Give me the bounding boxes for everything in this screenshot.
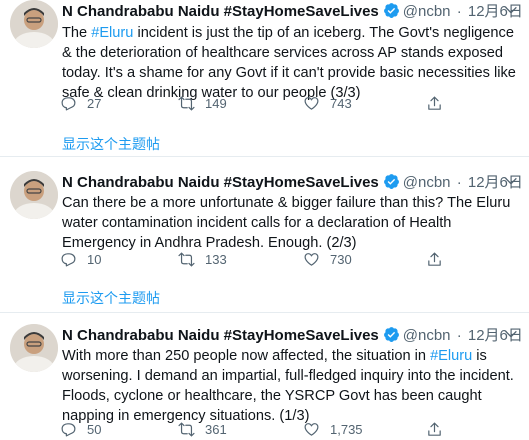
share-button[interactable]	[426, 251, 443, 268]
share-button[interactable]	[426, 95, 443, 112]
reply-icon	[61, 253, 76, 267]
like-icon	[304, 423, 319, 436]
like-count: 1,735	[330, 422, 363, 437]
avatar[interactable]	[10, 171, 58, 219]
like-button[interactable]: 1,735	[303, 421, 363, 438]
retweet-count: 361	[205, 422, 227, 437]
like-button[interactable]: 743	[303, 95, 352, 112]
retweet-count: 149	[205, 96, 227, 111]
separator-dot: ·	[456, 174, 462, 191]
author-handle[interactable]: @ncbn	[403, 174, 451, 191]
reply-count: 50	[87, 422, 102, 437]
tweet-text-part: Can there be a more unfortunate & bigger…	[62, 195, 511, 251]
tweet-text: With more than 250 people now affected, …	[62, 346, 518, 426]
like-button[interactable]: 730	[303, 251, 352, 268]
tweet[interactable]: N Chandrababu Naidu #StayHomeSaveLives @n…	[0, 324, 529, 440]
author-name[interactable]: N Chandrababu Naidu #StayHomeSaveLives	[62, 327, 379, 344]
tweet-header: N Chandrababu Naidu #StayHomeSaveLives @n…	[62, 2, 523, 25]
verified-badge-icon	[383, 2, 400, 25]
tweet-text-part: The	[62, 25, 92, 41]
like-icon	[304, 97, 319, 110]
tweet[interactable]: N Chandrababu Naidu #StayHomeSaveLives @n…	[0, 171, 529, 308]
tweet-actions: 10 133 730	[60, 251, 529, 271]
author-name[interactable]: N Chandrababu Naidu #StayHomeSaveLives	[62, 174, 379, 191]
retweet-button[interactable]: 133	[178, 251, 227, 268]
show-thread-link[interactable]: 显示这个主题帖	[62, 288, 160, 308]
reply-icon	[61, 423, 76, 437]
share-button[interactable]	[426, 421, 443, 438]
reply-count: 10	[87, 252, 102, 267]
like-count: 730	[330, 252, 352, 267]
reply-button[interactable]: 10	[60, 251, 101, 268]
retweet-count: 133	[205, 252, 227, 267]
reply-button[interactable]: 50	[60, 421, 101, 438]
hashtag-link[interactable]: #Eluru	[91, 25, 133, 41]
avatar[interactable]	[10, 324, 58, 372]
share-icon	[428, 422, 441, 436]
retweet-icon	[178, 252, 195, 267]
share-icon	[428, 252, 441, 266]
author-name[interactable]: N Chandrababu Naidu #StayHomeSaveLives	[62, 3, 379, 20]
hashtag-link[interactable]: #Eluru	[430, 348, 472, 364]
author-handle[interactable]: @ncbn	[403, 3, 451, 20]
separator-dot: ·	[456, 327, 462, 344]
tweet-text: Can there be a more unfortunate & bigger…	[62, 193, 518, 253]
chevron-down-icon[interactable]	[503, 173, 519, 189]
share-icon	[428, 96, 441, 110]
tweet-text-part: With more than 250 people now affected, …	[62, 348, 431, 364]
divider	[0, 156, 529, 157]
reply-icon	[61, 97, 76, 111]
tweet-actions: 50 361 1,735	[60, 421, 529, 440]
chevron-down-icon[interactable]	[503, 2, 519, 18]
separator-dot: ·	[456, 3, 462, 20]
like-icon	[304, 253, 319, 266]
retweet-button[interactable]: 149	[178, 95, 227, 112]
like-count: 743	[330, 96, 352, 111]
tweet-actions: 27 149 743	[60, 95, 529, 115]
reply-count: 27	[87, 96, 102, 111]
chevron-down-icon[interactable]	[503, 326, 519, 342]
author-handle[interactable]: @ncbn	[403, 327, 451, 344]
retweet-button[interactable]: 361	[178, 421, 227, 438]
divider	[0, 312, 529, 313]
tweet-text: The #Eluru incident is just the tip of a…	[62, 23, 518, 103]
show-thread-link[interactable]: 显示这个主题帖	[62, 134, 160, 154]
tweet[interactable]: N Chandrababu Naidu #StayHomeSaveLives @n…	[0, 0, 529, 152]
retweet-icon	[178, 96, 195, 111]
avatar[interactable]	[10, 0, 58, 48]
retweet-icon	[178, 422, 195, 437]
reply-button[interactable]: 27	[60, 95, 101, 112]
